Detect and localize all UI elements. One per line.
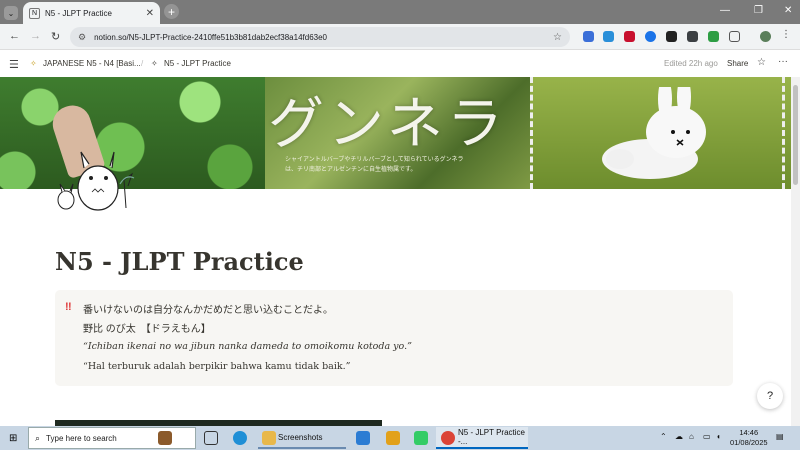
notion-ai-help-button[interactable]: ?	[757, 383, 783, 409]
double-exclamation-icon[interactable]: ‼	[65, 301, 72, 313]
vscode-icon[interactable]	[356, 431, 370, 445]
folder-icon	[262, 431, 276, 445]
bookmark-star-icon[interactable]: ☆	[553, 32, 562, 43]
tab-close-icon[interactable]: ✕	[146, 8, 154, 19]
tab-search-dropdown[interactable]: ⌄	[4, 6, 18, 20]
sidebar-menu-icon[interactable]: ☰	[9, 58, 19, 71]
cover-caption: シャイアントルバーブやチリルバーブとして知られているグンネラ は、チリ南部とアル…	[285, 157, 464, 173]
quote-callout[interactable]: ‼ 番いけないのは自分なんかだめだと思い込むことだよ。 野比 のび太 【ドラえも…	[55, 290, 733, 386]
favorite-star-icon[interactable]: ☆	[757, 57, 766, 68]
windows-taskbar: ⊞ ⌕ Type here to search Screenshots N5 -…	[0, 426, 800, 450]
site-info-icon[interactable]: ⚙	[78, 32, 86, 43]
taskbar-file-explorer[interactable]: Screenshots	[258, 427, 346, 449]
cover-headline: グンネラ	[268, 92, 507, 157]
file-explorer-label: Screenshots	[278, 432, 323, 442]
extension-4-icon[interactable]	[645, 31, 656, 42]
new-tab-button[interactable]: +	[164, 4, 179, 19]
taskbar-clock[interactable]: 14:46 01/08/2025	[730, 428, 768, 448]
notion-extension-icon[interactable]	[666, 31, 677, 42]
extension-3-icon[interactable]	[624, 31, 635, 42]
breadcrumb-current[interactable]: N5 - JLPT Practice	[164, 59, 231, 68]
minimize-icon[interactable]: —	[720, 5, 730, 16]
media-app-icon[interactable]	[414, 431, 428, 445]
taskbar-search-placeholder: Type here to search	[46, 433, 117, 443]
scrollbar-thumb[interactable]	[793, 85, 798, 185]
taskbar-chrome-window[interactable]: N5 - JLPT Practice -...	[436, 427, 528, 449]
reload-icon[interactable]: ↻	[51, 30, 60, 43]
browser-tab-active[interactable]: N N5 - JLPT Practice ✕	[23, 2, 160, 24]
chrome-window-label: N5 - JLPT Practice -...	[458, 428, 525, 446]
breadcrumb-page-icon: ✧	[151, 59, 158, 68]
restore-icon[interactable]: ❐	[754, 5, 763, 16]
sparkle-icon: ✧	[30, 59, 37, 68]
extension-6-icon[interactable]	[687, 31, 698, 42]
extension-2-icon[interactable]	[603, 31, 614, 42]
url-text: notion.so/N5-JLPT-Practice-2410ffe51b3b8…	[94, 32, 327, 42]
extension-1-icon[interactable]	[583, 31, 594, 42]
extension-7-icon[interactable]	[708, 31, 719, 42]
tray-chevron-icon[interactable]: ⌃	[660, 432, 667, 441]
battery-icon[interactable]: ▭	[703, 432, 711, 441]
more-options-icon[interactable]: ···	[778, 56, 788, 67]
chrome-menu-icon[interactable]: ⋮	[781, 29, 792, 40]
omnibox[interactable]: ⚙ notion.so/N5-JLPT-Practice-2410ffe51b3…	[70, 27, 570, 47]
share-button[interactable]: Share	[727, 59, 748, 68]
page-title[interactable]: N5 - JLPT Practice	[55, 247, 304, 276]
notion-topbar: ☰ ✧ JAPANESE N5 - N4 [Basi... / ✧ N5 - J…	[0, 50, 800, 76]
task-view-icon[interactable]	[204, 431, 218, 445]
chrome-icon	[441, 431, 455, 445]
callout-japanese-line: 番いけないのは自分なんかだめだと思い込むことだよ。	[83, 305, 333, 316]
miffy-plush-illustration	[602, 87, 706, 179]
notion-favicon-icon: N	[29, 7, 40, 19]
network-icon[interactable]: ⌂	[689, 432, 694, 441]
page-scrollbar[interactable]	[791, 77, 800, 426]
callout-indonesian-line: “Hal terburuk adalah berpikir bahwa kamu…	[83, 361, 351, 372]
callout-attribution-line: 野比 のび太 【ドラえもん】	[83, 324, 211, 335]
volume-icon[interactable]: ◖	[716, 432, 721, 441]
back-icon[interactable]: ←	[9, 30, 20, 42]
callout-romaji-line: “Ichiban ikenai no wa jibun nanka dameda…	[83, 341, 412, 352]
address-bar-row: ← → ↻ ⚙ notion.so/N5-JLPT-Practice-2410f…	[0, 24, 800, 50]
browser-tab-strip: ⌄ N N5 - JLPT Practice ✕ + — ❐ ✕	[0, 0, 800, 24]
notifications-icon[interactable]: ▤	[776, 432, 784, 441]
profile-avatar[interactable]	[760, 31, 771, 42]
breadcrumb-parent[interactable]: JAPANESE N5 - N4 [Basi...	[43, 59, 141, 68]
breadcrumb-separator: /	[141, 59, 144, 68]
close-window-icon[interactable]: ✕	[784, 5, 792, 16]
sublime-text-icon[interactable]	[386, 431, 400, 445]
onedrive-icon[interactable]: ☁	[675, 432, 683, 441]
extensions-puzzle-icon[interactable]	[729, 31, 740, 42]
tab-title: N5 - JLPT Practice	[45, 8, 112, 18]
totoro-page-icon[interactable]	[54, 150, 136, 212]
forward-icon[interactable]: →	[30, 30, 41, 42]
edge-browser-icon[interactable]	[233, 431, 247, 445]
search-highlight-icon[interactable]	[158, 431, 172, 445]
search-icon: ⌕	[35, 432, 41, 443]
edited-timestamp: Edited 22h ago	[664, 59, 718, 68]
windows-start-icon[interactable]: ⊞	[9, 433, 17, 444]
